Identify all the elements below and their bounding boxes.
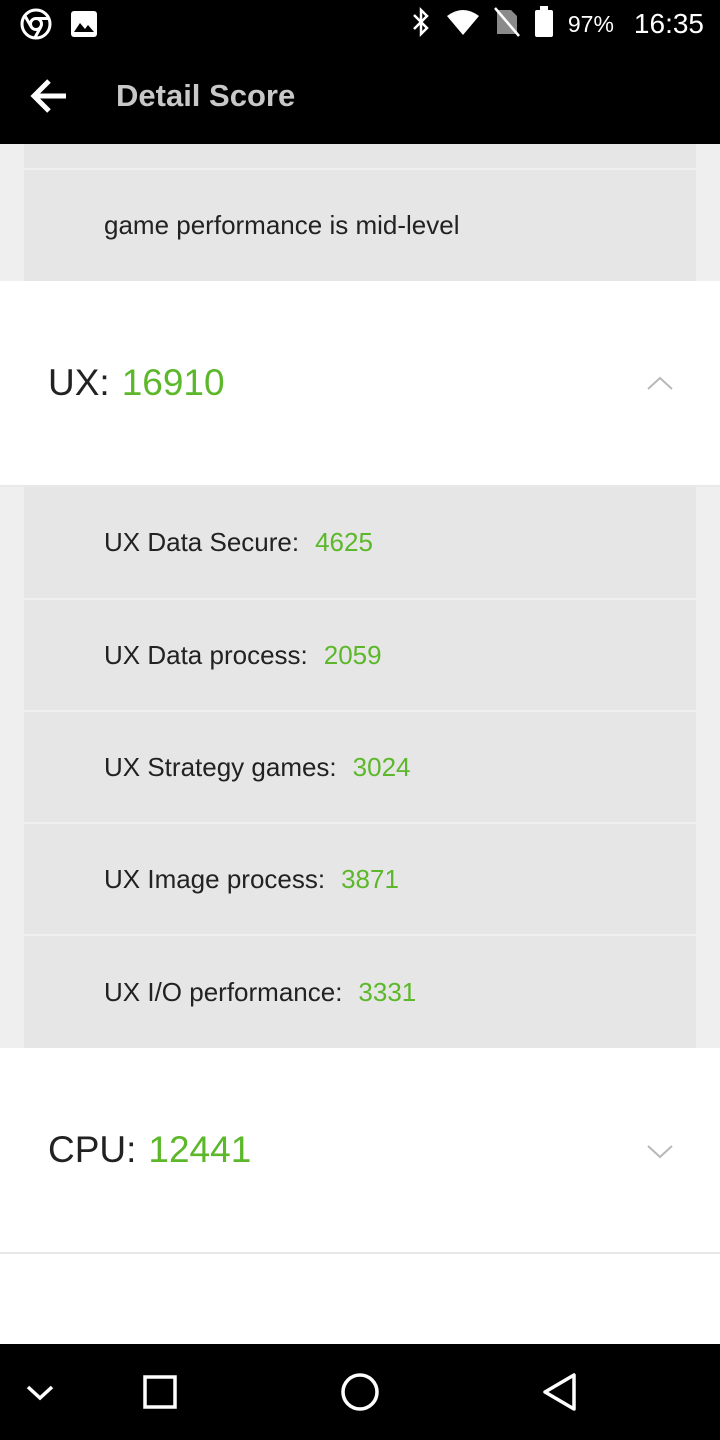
wifi-icon [446,8,480,41]
recents-icon[interactable] [136,1368,184,1416]
home-icon[interactable] [336,1368,384,1416]
ux-section-header[interactable]: UX: 16910 [0,281,720,485]
chevron-down-icon[interactable] [646,1144,674,1160]
ux-item-label: UX I/O performance: [104,976,343,1007]
battery-percent: 97% [567,10,614,37]
ux-item-label: UX Data process: [104,639,308,670]
cpu-label: CPU: [48,1129,137,1170]
ux-label: UX: [48,362,110,403]
back-icon[interactable] [536,1368,584,1416]
cpu-section-header[interactable]: CPU: 12441 [0,1048,720,1252]
arrow-back-icon[interactable] [30,76,70,116]
cpu-score: 12441 [148,1129,252,1170]
no-sim-icon [493,6,520,42]
chevron-up-icon[interactable] [646,375,674,391]
status-bar: 97% 16:35 [0,0,720,48]
section-divider [0,1252,720,1254]
list-item: UX Data process: 2059 [24,600,696,710]
list-item: UX Strategy games: 3024 [24,712,696,822]
list-item: UX Image process: 3871 [24,824,696,934]
clock: 16:35 [633,8,704,39]
ux-score: 16910 [121,362,225,403]
ux-item-value: 2059 [323,639,382,670]
ux-item-label: UX Data Secure: [104,527,300,557]
image-icon [70,10,98,43]
collapse-icon[interactable] [16,1368,64,1416]
navigation-bar [0,1344,720,1440]
list-item: UX I/O performance: 3331 [24,936,696,1048]
battery-icon [534,5,554,43]
ux-item-value: 3024 [352,751,411,782]
app-bar: Detail Score [0,48,720,144]
ux-item-value: 4625 [315,527,373,557]
note-text: game performance is mid-level [104,210,460,240]
list-item: UX Data Secure: 4625 [24,487,696,598]
chrome-icon [20,8,52,45]
page-title: Detail Score [116,78,296,113]
bluetooth-icon [410,6,432,43]
ux-item-label: UX Strategy games: [104,751,337,782]
ux-item-value: 3331 [358,976,417,1007]
ux-item-label: UX Image process: [104,863,326,894]
game-performance-note: game performance is mid-level [24,170,696,281]
list-item [24,144,696,168]
ux-item-value: 3871 [341,863,399,894]
score-list[interactable]: game performance is mid-level UX: 16910 … [0,144,720,1344]
